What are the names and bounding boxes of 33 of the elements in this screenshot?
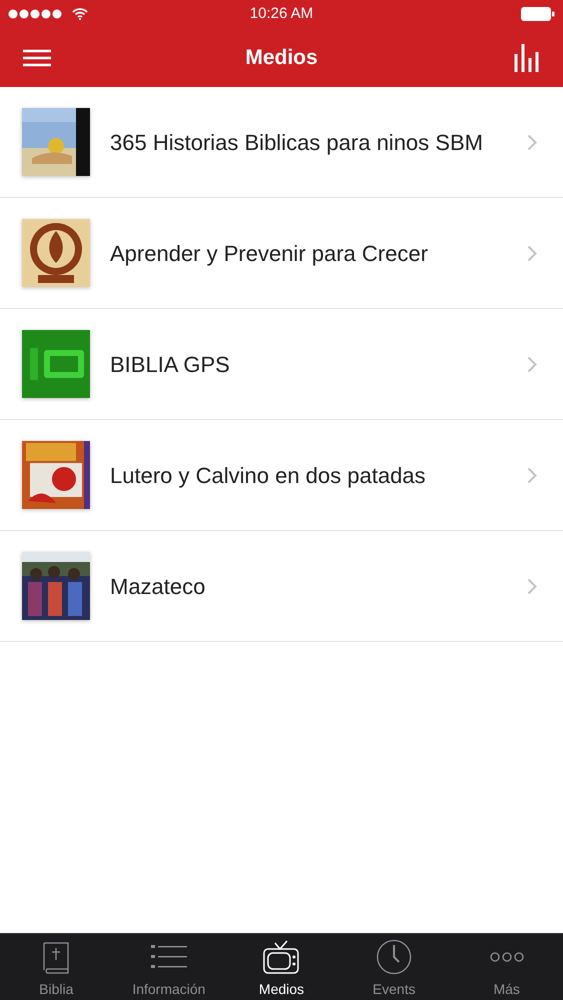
media-list-item[interactable]: BIBLIA GPS xyxy=(0,309,563,420)
media-title: BIBLIA GPS xyxy=(110,350,231,378)
chevron-right-icon xyxy=(527,466,537,484)
media-list-item[interactable]: 365 Historias Biblicas para ninos SBM xyxy=(0,87,563,198)
tab-bar-item[interactable]: Información xyxy=(112,934,226,1000)
more-icon xyxy=(490,952,524,962)
menu-button[interactable] xyxy=(22,46,52,68)
chevron-right-icon xyxy=(527,578,537,594)
tab-bar-item[interactable]: Medios xyxy=(225,934,338,1000)
chevron-right-icon xyxy=(527,244,537,262)
tab-bar-item[interactable]: Biblia xyxy=(0,934,113,1000)
tab-bar-item[interactable]: Events xyxy=(338,934,450,1000)
chevron-right-icon xyxy=(527,134,537,150)
media-list-item[interactable]: Aprender y Prevenir para Crecer xyxy=(0,198,563,309)
wifi-icon xyxy=(72,8,88,20)
chevron-right-icon xyxy=(527,356,537,372)
media-title: Mazateco xyxy=(110,572,206,600)
media-title: Aprender y Prevenir para Crecer xyxy=(110,240,429,268)
bar-chart-icon xyxy=(514,44,540,72)
media-list-item[interactable]: Lutero y Calvino en dos patadas xyxy=(0,420,563,531)
media-title: 365 Historias Biblicas para ninos SBM xyxy=(110,128,484,157)
screen-title: Medios xyxy=(245,44,318,71)
list-icon xyxy=(150,944,187,970)
menu-icon xyxy=(22,48,52,66)
equalizer-button[interactable] xyxy=(513,44,541,72)
media-list-item[interactable]: Mazateco xyxy=(0,531,563,642)
book-icon xyxy=(41,940,72,974)
tab-bar-item[interactable]: Más xyxy=(450,934,563,1000)
tv-icon xyxy=(263,940,300,974)
battery-icon xyxy=(521,7,555,21)
media-title: Lutero y Calvino en dos patadas xyxy=(110,462,427,490)
status-time: 10:26 AM xyxy=(250,4,314,24)
clock-icon xyxy=(376,939,412,975)
